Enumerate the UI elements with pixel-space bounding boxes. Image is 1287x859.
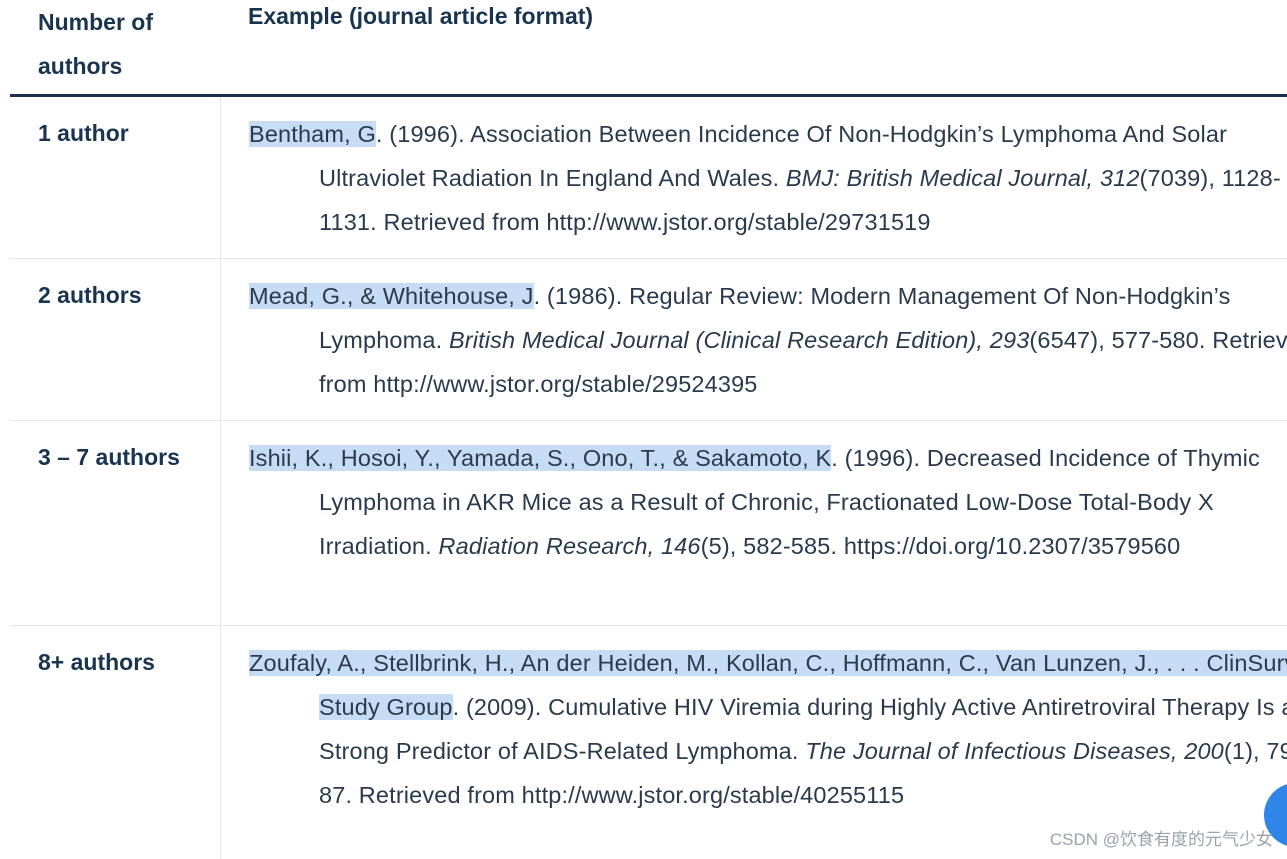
- table-row: 2 authors Mead, G., & Whitehouse, J. (19…: [10, 259, 1287, 421]
- selected-authors[interactable]: Bentham, G: [249, 121, 376, 147]
- table-header: Number of authors Example (journal artic…: [10, 0, 1287, 97]
- column-header-example: Example (journal article format): [248, 3, 594, 29]
- reference-citation[interactable]: Zoufaly, A., Stellbrink, H., An der Heid…: [249, 641, 1287, 817]
- row-label: 1 author: [38, 120, 129, 146]
- journal-title: The Journal of Infectious Diseases, 200: [805, 738, 1224, 764]
- row-label: 2 authors: [38, 282, 142, 308]
- row-label: 8+ authors: [38, 649, 155, 675]
- reference-citation[interactable]: Bentham, G. (1996). Association Between …: [249, 112, 1287, 244]
- citation-details: (5), 582-585. https://doi.org/10.2307/35…: [700, 533, 1181, 559]
- journal-title: British Medical Journal (Clinical Resear…: [448, 327, 1030, 353]
- table-row: 8+ authors Zoufaly, A., Stellbrink, H., …: [10, 626, 1287, 859]
- journal-title: Radiation Research, 146: [438, 533, 701, 559]
- row-label: 3 – 7 authors: [38, 444, 180, 470]
- reference-citation[interactable]: Mead, G., & Whitehouse, J. (1986). Regul…: [249, 274, 1287, 406]
- selected-authors[interactable]: Ishii, K., Hosoi, Y., Yamada, S., Ono, T…: [249, 445, 832, 471]
- table-row: 3 – 7 authors Ishii, K., Hosoi, Y., Yama…: [10, 421, 1287, 626]
- watermark: CSDN @饮食有度的元气少女: [1049, 830, 1273, 849]
- page: Number of authors Example (journal artic…: [0, 0, 1287, 859]
- reference-citation[interactable]: Ishii, K., Hosoi, Y., Yamada, S., Ono, T…: [249, 436, 1287, 568]
- column-header-number-of-authors: Number of authors: [38, 9, 153, 79]
- table-row: 1 author Bentham, G. (1996). Association…: [10, 97, 1287, 259]
- selected-authors[interactable]: Mead, G., & Whitehouse, J: [249, 283, 534, 309]
- journal-title: BMJ: British Medical Journal, 312: [785, 165, 1140, 191]
